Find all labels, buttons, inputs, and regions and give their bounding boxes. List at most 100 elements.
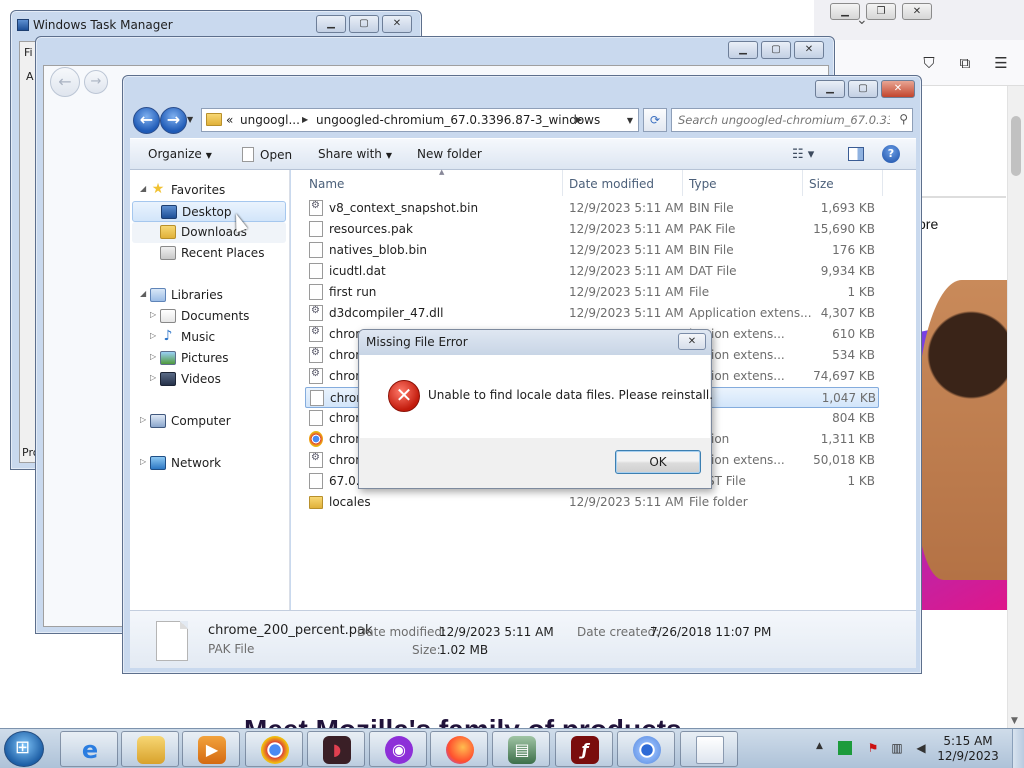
forward-arrow-icon[interactable]: → bbox=[160, 107, 187, 134]
close-icon[interactable]: ✕ bbox=[881, 80, 915, 98]
nav-downloads[interactable]: Downloads bbox=[132, 222, 286, 243]
nav-computer[interactable]: ▷ Computer bbox=[130, 411, 288, 432]
volume-muted-icon[interactable]: ◀ bbox=[914, 741, 928, 755]
preview-pane-icon[interactable] bbox=[848, 147, 864, 161]
file-menu[interactable]: Fi bbox=[24, 46, 33, 59]
page-scrollbar[interactable]: ▼ bbox=[1007, 86, 1024, 728]
error-dialog[interactable]: Missing File Error ✕ ✕ Unable to find lo… bbox=[358, 329, 713, 489]
file-row[interactable]: v8_context_snapshot.bin 12/9/2023 5:11 AM… bbox=[305, 198, 879, 219]
change-view-icon[interactable]: ☷ ▾ bbox=[792, 147, 814, 162]
nav-music[interactable]: ▷ ♪ Music bbox=[130, 327, 288, 348]
taskbar-app-red[interactable]: ◗ bbox=[307, 731, 365, 767]
share-with-button[interactable]: Share with ▼ bbox=[318, 147, 392, 161]
nav-documents[interactable]: ▷ Documents bbox=[130, 306, 288, 327]
maximize-icon[interactable]: ▢ bbox=[349, 15, 379, 33]
expanded-icon[interactable]: ◢ bbox=[140, 289, 146, 298]
show-desktop-button[interactable] bbox=[1012, 729, 1024, 768]
navigation-pane[interactable]: ◢ ★ Favorites Desktop Downloads Recent P… bbox=[130, 170, 290, 610]
taskbar-app-purple[interactable]: ◉ bbox=[369, 731, 427, 767]
taskbar-chrome[interactable] bbox=[245, 731, 303, 767]
tab-list-chevron-icon[interactable]: ⌄ bbox=[856, 12, 868, 28]
address-dropdown-icon[interactable]: ▼ bbox=[627, 116, 633, 125]
ok-button[interactable]: OK bbox=[615, 450, 701, 474]
close-icon[interactable]: ✕ bbox=[794, 41, 824, 59]
close-icon[interactable]: ✕ bbox=[678, 333, 706, 350]
pocket-icon[interactable]: ⛉ bbox=[920, 54, 938, 72]
minimize-icon[interactable]: ▁ bbox=[728, 41, 758, 59]
file-row[interactable]: first run 12/9/2023 5:11 AM File 1 KB bbox=[305, 282, 879, 303]
column-name[interactable]: ▲ Name bbox=[301, 168, 563, 196]
file-row[interactable]: d3dcompiler_47.dll12/9/2023 5:11 AMAppli… bbox=[305, 303, 879, 324]
open-button[interactable]: Open bbox=[242, 147, 292, 162]
breadcrumb-parent[interactable]: ungoogl... bbox=[240, 113, 300, 127]
file-row[interactable]: icudtl.dat 12/9/2023 5:11 AM DAT File 9,934… bbox=[305, 261, 879, 282]
breadcrumb-separator-icon[interactable]: ▶ bbox=[576, 115, 582, 124]
explorer-titlebar[interactable]: ▁ ▢ ✕ bbox=[123, 76, 921, 104]
explorer-back-titlebar[interactable]: ▁ ▢ ✕ bbox=[36, 37, 834, 65]
tab-applications[interactable]: A bbox=[26, 70, 34, 83]
collapsed-icon[interactable]: ▷ bbox=[140, 457, 146, 466]
restore-icon[interactable]: ❐ bbox=[866, 3, 896, 20]
nav-libraries[interactable]: ◢ Libraries bbox=[130, 285, 288, 306]
tray-app-icon[interactable] bbox=[838, 741, 852, 755]
taskbar-internet-explorer[interactable]: e bbox=[60, 731, 118, 767]
forward-arrow-icon[interactable]: → bbox=[84, 70, 108, 94]
taskbar-flash[interactable]: ƒ bbox=[555, 731, 613, 767]
menu-icon[interactable]: ☰ bbox=[992, 54, 1010, 72]
folder-row[interactable]: locales 12/9/2023 5:11 AM File folder bbox=[305, 492, 879, 513]
breadcrumb-overflow[interactable]: « bbox=[226, 113, 233, 127]
back-arrow-icon[interactable]: ← bbox=[133, 107, 160, 134]
minimize-icon[interactable]: ▁ bbox=[815, 80, 845, 98]
refresh-icon[interactable]: ⟳ bbox=[643, 108, 667, 132]
column-size[interactable]: Size bbox=[803, 170, 883, 196]
organize-button[interactable]: Organize ▼ bbox=[148, 147, 212, 161]
nav-pictures[interactable]: ▷ Pictures bbox=[130, 348, 288, 369]
search-icon[interactable]: ⚲ bbox=[899, 112, 908, 126]
close-icon[interactable]: ✕ bbox=[902, 3, 932, 20]
action-center-icon[interactable]: ⚑ bbox=[866, 741, 880, 755]
taskbar-media-player[interactable]: ▶ bbox=[182, 731, 240, 767]
nav-network[interactable]: ▷ Network bbox=[130, 453, 288, 474]
scrollbar-thumb[interactable] bbox=[1011, 116, 1021, 176]
collapsed-icon[interactable]: ▷ bbox=[150, 373, 156, 382]
minimize-icon[interactable]: ▁ bbox=[316, 15, 346, 33]
nav-favorites[interactable]: ◢ ★ Favorites bbox=[130, 180, 288, 201]
taskbar-file[interactable] bbox=[680, 731, 738, 767]
collapsed-icon[interactable]: ▷ bbox=[140, 415, 146, 424]
search-input[interactable] bbox=[678, 112, 890, 128]
system-clock[interactable]: 5:15 AM 12/9/2023 bbox=[930, 734, 1006, 764]
start-button[interactable] bbox=[4, 731, 44, 767]
recent-pages-chevron-icon[interactable]: ▼ bbox=[187, 115, 193, 124]
nav-recent-places[interactable]: Recent Places bbox=[130, 243, 288, 264]
maximize-icon[interactable]: ▢ bbox=[848, 80, 878, 98]
file-row[interactable]: natives_blob.bin 12/9/2023 5:11 AM BIN Fil… bbox=[305, 240, 879, 261]
column-date-modified[interactable]: Date modified bbox=[563, 170, 683, 196]
address-bar[interactable]: « ungoogl... ▶ ungoogled-chromium_67.0.3… bbox=[201, 108, 639, 132]
network-status-icon[interactable]: ▥ bbox=[890, 741, 904, 755]
search-box[interactable]: ⚲ bbox=[671, 108, 913, 132]
help-icon[interactable]: ? bbox=[882, 145, 900, 163]
expanded-icon[interactable]: ◢ bbox=[140, 184, 146, 193]
dialog-titlebar[interactable]: Missing File Error ✕ bbox=[359, 330, 711, 355]
column-type[interactable]: Type bbox=[683, 170, 803, 196]
taskbar-task-manager[interactable]: ▤ bbox=[492, 731, 550, 767]
back-arrow-icon[interactable]: ← bbox=[50, 67, 80, 97]
maximize-icon[interactable]: ▢ bbox=[761, 41, 791, 59]
file-row[interactable]: resources.pak 12/9/2023 5:11 AM PAK File 15… bbox=[305, 219, 879, 240]
taskbar-firefox[interactable] bbox=[430, 731, 488, 767]
breadcrumb-current[interactable]: ungoogled-chromium_67.0.3396.87-3_window… bbox=[316, 113, 600, 127]
collapsed-icon[interactable]: ▷ bbox=[150, 310, 156, 319]
taskbar-windows-explorer[interactable] bbox=[121, 731, 179, 767]
extensions-icon[interactable]: ⧉ bbox=[956, 54, 974, 72]
collapsed-icon[interactable]: ▷ bbox=[150, 352, 156, 361]
breadcrumb-separator-icon[interactable]: ▶ bbox=[302, 115, 308, 124]
show-hidden-icons-icon[interactable]: ▲ bbox=[816, 741, 823, 751]
task-manager-titlebar[interactable]: Windows Task Manager ▁ ▢ ✕ bbox=[11, 11, 421, 39]
taskbar-chromium[interactable] bbox=[617, 731, 675, 767]
close-icon[interactable]: ✕ bbox=[382, 15, 412, 33]
nav-videos[interactable]: ▷ Videos bbox=[130, 369, 288, 390]
scroll-down-icon[interactable]: ▼ bbox=[1011, 716, 1018, 726]
collapsed-icon[interactable]: ▷ bbox=[150, 331, 156, 340]
new-folder-button[interactable]: New folder bbox=[417, 147, 482, 161]
nav-desktop[interactable]: Desktop bbox=[132, 201, 286, 222]
